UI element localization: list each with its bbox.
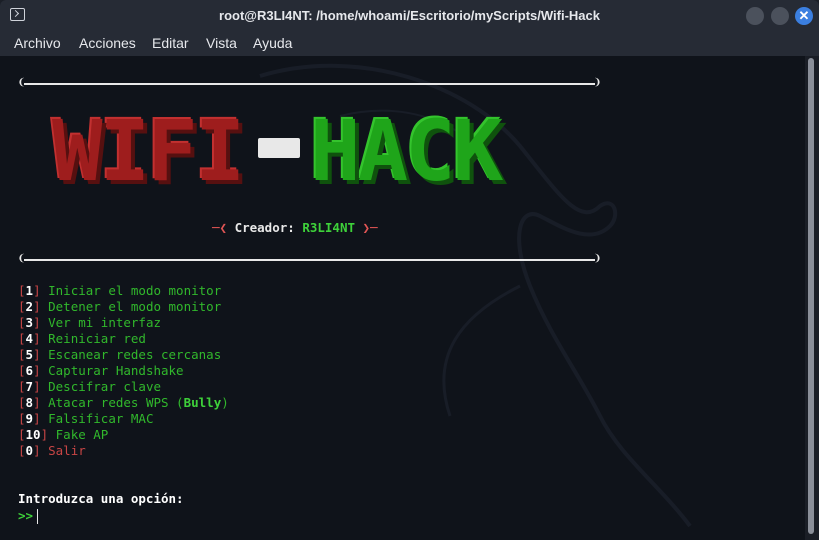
logo-wifi: WIFI [52,102,245,200]
menu-vista[interactable]: Vista [206,35,237,51]
menu-bar: Archivo Acciones Editar Vista Ayuda [0,32,819,56]
rule-bar [24,83,595,85]
creator-label: Creador: [234,220,303,235]
top-rule: ❨ ❩ [18,75,601,90]
rule-right-cap: ❩ [593,75,601,89]
rule-right-cap: ❩ [593,251,601,265]
close-button[interactable]: ✕ [795,7,813,25]
menu-option-3: [3] Ver mi interfaz [18,315,162,330]
command-input[interactable]: >> [18,508,39,524]
menu-editar[interactable]: Editar [152,35,189,51]
menu-option-2: [2] Detener el modo monitor [18,299,222,314]
creator-prefix: ─❮ [212,220,235,235]
menu-option-9: [9] Falsificar MAC [18,411,154,426]
input-prompt: Introduzca una opción: [18,491,184,506]
rule-left-cap: ❨ [18,75,26,89]
minimize-button[interactable] [746,7,764,25]
menu-option-6: [6] Capturar Handshake [18,363,184,378]
scrollbar-thumb[interactable] [808,58,814,534]
window-title: root@R3LI4NT: /home/whoami/Escritorio/my… [219,8,600,23]
menu-option-8: [8] Atacar redes WPS (Bully) [18,395,229,410]
title-bar[interactable]: root@R3LI4NT: /home/whoami/Escritorio/my… [0,0,819,32]
creator-suffix: ❯─ [355,220,378,235]
bottom-rule: ❨ ❩ [18,251,601,266]
menu-acciones[interactable]: Acciones [79,35,136,51]
terminal-output[interactable]: ❨ ❩ WIFI HACK ─❮ Creador: R3LI4NT ❯─ ❨ ❩… [0,56,805,540]
logo-dash [258,138,300,158]
scrollbar[interactable] [805,56,819,540]
menu-archivo[interactable]: Archivo [14,35,61,51]
logo-hack: HACK [310,102,503,200]
terminal-window: root@R3LI4NT: /home/whoami/Escritorio/my… [0,0,819,540]
input-marker: >> [18,508,34,523]
menu-ayuda[interactable]: Ayuda [253,35,292,51]
rule-left-cap: ❨ [18,251,26,265]
creator-name: R3LI4NT [302,220,355,235]
text-cursor [37,509,39,524]
menu-option-0: [0] Salir [18,443,86,458]
options-menu: [1] Iniciar el modo monitor [2] Detener … [18,283,229,459]
creator-line: ─❮ Creador: R3LI4NT ❯─ [212,220,378,235]
menu-option-10: [10] Fake AP [18,427,109,442]
menu-option-1: [1] Iniciar el modo monitor [18,283,222,298]
menu-option-4: [4] Reiniciar red [18,331,146,346]
menu-option-7: [7] Descifrar clave [18,379,162,394]
maximize-button[interactable] [771,7,789,25]
menu-option-5: [5] Escanear redes cercanas [18,347,222,362]
rule-bar [24,259,595,261]
